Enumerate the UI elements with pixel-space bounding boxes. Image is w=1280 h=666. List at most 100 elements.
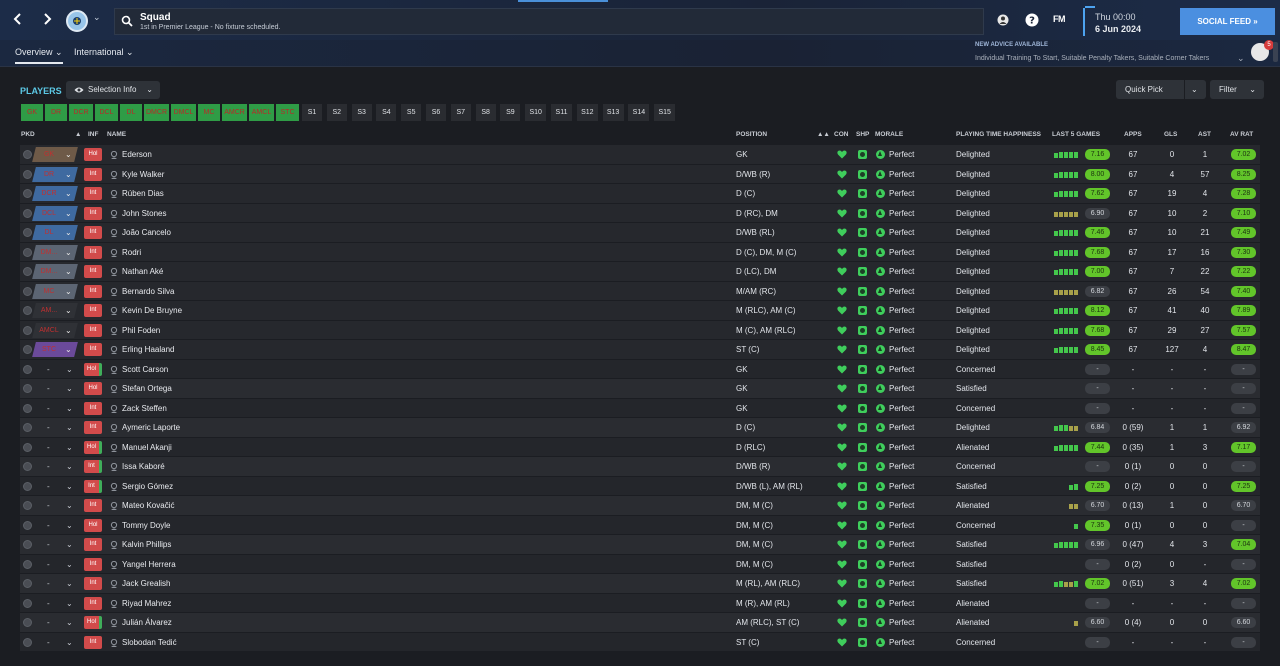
position-button-dr[interactable]: DR [45, 104, 67, 121]
pick-toggle[interactable] [23, 403, 32, 413]
position-button-s1[interactable]: S1 [302, 104, 322, 121]
pick-toggle[interactable] [23, 384, 32, 393]
status-badge[interactable]: Int [84, 635, 102, 649]
player-name[interactable]: Stefan Ortega [122, 379, 172, 398]
pkd-select[interactable]: DR ⌄ [32, 166, 78, 182]
player-name[interactable]: John Stones [122, 204, 166, 223]
position-button-s9[interactable]: S9 [500, 104, 521, 121]
pkd-select[interactable]: AMCL ⌄ [32, 322, 78, 338]
col-position[interactable]: POSITION [736, 131, 767, 138]
position-button-dmcr[interactable]: DMCR [144, 104, 169, 121]
pick-toggle[interactable] [23, 189, 32, 198]
position-button-s3[interactable]: S3 [351, 104, 372, 121]
chevron-down-icon[interactable]: ⌄ [1237, 53, 1245, 64]
advice-scrollbar[interactable] [1273, 42, 1278, 62]
tab-international[interactable]: International ⌄ [74, 47, 134, 58]
pick-toggle[interactable] [23, 618, 32, 627]
player-name[interactable]: Julián Álvarez [122, 613, 172, 632]
col-con[interactable]: CON [834, 131, 848, 138]
player-name[interactable]: Kevin De Bruyne [122, 301, 182, 320]
table-row[interactable]: - ⌄ Int Aymeric Laporte D (C) Perfect Delighte… [20, 418, 1260, 438]
pick-toggle[interactable] [23, 442, 32, 452]
pkd-select[interactable]: MC ⌄ [32, 283, 78, 299]
sort-arrows-icon[interactable]: ▲▲ [817, 131, 830, 138]
status-badge[interactable]: Int [84, 343, 102, 356]
pick-toggle[interactable] [23, 286, 32, 296]
status-badge[interactable]: Int [84, 421, 102, 434]
game-date[interactable]: Thu 00:00 6 Jun 2024 [1083, 6, 1173, 36]
status-badge[interactable]: Int [84, 596, 102, 610]
table-row[interactable]: - ⌄ Int Kalvin Phillips DM, M (C) Perfect Sati… [20, 535, 1260, 555]
status-badge[interactable]: Hol [84, 382, 102, 395]
position-button-s15[interactable]: S15 [654, 104, 676, 121]
pick-toggle[interactable] [23, 481, 32, 491]
sort-arrow-icon[interactable]: ▲ [75, 131, 81, 138]
pick-toggle[interactable] [23, 501, 32, 510]
player-name[interactable]: Scott Carson [122, 360, 168, 379]
table-row[interactable]: - ⌄ Hol Julián Álvarez AM (RLC), ST (C) Perfe… [20, 613, 1260, 633]
table-row[interactable]: - ⌄ Hol Manuel Akanji D (RLC) Perfect Alienate… [20, 437, 1260, 457]
pkd-select[interactable]: DL ⌄ [32, 225, 78, 240]
col-ast[interactable]: AST [1198, 131, 1211, 138]
status-badge[interactable]: Int [84, 479, 102, 493]
player-name[interactable]: Zack Steffen [122, 399, 167, 418]
filter-button[interactable]: Filter ⌄ [1210, 80, 1264, 99]
table-row[interactable]: - ⌄ Hol Tommy Doyle DM, M (C) Perfect Concerne… [20, 515, 1260, 535]
position-button-s7[interactable]: S7 [450, 104, 471, 121]
position-button-s12[interactable]: S12 [576, 104, 598, 121]
table-row[interactable]: - ⌄ Int Sergio Gómez D/WB (L), AM (RL) Perfec… [20, 476, 1260, 496]
table-row[interactable]: GK ⌄ Hol Ederson GK Perfect Delighted 7.16 67 0 1 7… [20, 145, 1260, 165]
player-name[interactable]: Sergio Gómez [122, 477, 173, 496]
player-name[interactable]: Tommy Doyle [122, 516, 170, 535]
player-name[interactable]: João Cancelo [122, 223, 171, 242]
player-name[interactable]: Aymeric Laporte [122, 418, 180, 437]
pkd-select[interactable]: AM... ⌄ [32, 303, 78, 318]
search-box[interactable]: Squad 1st in Premier League - No fixture… [114, 8, 984, 35]
quick-pick-button[interactable]: Quick Pick ⌄ [1116, 80, 1206, 99]
position-button-s14[interactable]: S14 [628, 104, 650, 121]
player-name[interactable]: Kalvin Phillips [122, 535, 171, 554]
table-row[interactable]: AMCL ⌄ Int Phil Foden M (C), AM (RLC) Perfect… [20, 320, 1260, 340]
col-morale[interactable]: MORALE [875, 131, 903, 138]
col-gls[interactable]: GLS [1164, 131, 1177, 138]
pick-toggle[interactable] [23, 150, 32, 159]
status-badge[interactable]: Int [84, 538, 102, 551]
position-button-dcr[interactable]: DCR [69, 104, 93, 121]
table-row[interactable]: - ⌄ Hol Stefan Ortega GK Perfect Satisfied - - - -… [20, 379, 1260, 399]
status-badge[interactable]: Int [84, 304, 102, 317]
pick-toggle[interactable] [23, 247, 32, 257]
status-badge[interactable]: Int [84, 206, 102, 220]
pick-toggle[interactable] [23, 325, 32, 335]
status-badge[interactable]: Int [84, 499, 102, 512]
advice-text[interactable]: Individual Training To Start, Suitable P… [975, 55, 1209, 62]
position-button-dcl[interactable]: DCL [95, 104, 118, 121]
position-button-dmcl[interactable]: DMCL [171, 104, 196, 121]
col-shp[interactable]: SHP [856, 131, 869, 138]
status-badge[interactable]: Int [84, 226, 102, 239]
selection-info-button[interactable]: Selection Info ⌄ [66, 81, 160, 99]
table-row[interactable]: DM... ⌄ Int Rodri D (C), DM, M (C) Perfect Del… [20, 242, 1260, 262]
status-badge[interactable]: Hol [84, 362, 102, 376]
pick-toggle[interactable] [23, 267, 32, 276]
pick-toggle[interactable] [23, 306, 32, 315]
status-badge[interactable]: Int [84, 284, 102, 298]
forward-button[interactable] [35, 8, 59, 34]
table-row[interactable]: AM... ⌄ Int Kevin De Bruyne M (RLC), AM (C) P… [20, 301, 1260, 321]
status-badge[interactable]: Int [84, 557, 102, 571]
position-button-stc[interactable]: STC [276, 104, 299, 121]
player-name[interactable]: Slobodan Tedić [122, 633, 177, 652]
col-av-rat[interactable]: AV RAT [1230, 131, 1253, 138]
player-name[interactable]: Yangel Herrera [122, 555, 176, 574]
table-row[interactable]: - ⌄ Int Issa Kaboré D/WB (R) Perfect Concerned… [20, 457, 1260, 477]
col-last-5[interactable]: LAST 5 GAMES [1052, 131, 1100, 138]
player-name[interactable]: Mateo Kovačić [122, 496, 174, 515]
position-button-gk[interactable]: GK [21, 104, 43, 121]
position-button-s11[interactable]: S11 [551, 104, 572, 121]
status-badge[interactable]: Hol [84, 518, 102, 532]
pkd-select[interactable]: DM... ⌄ [32, 244, 78, 260]
pkd-select[interactable]: DM... ⌄ [32, 264, 78, 279]
table-row[interactable]: DL ⌄ Int João Cancelo D/WB (RL) Perfect Deligh… [20, 223, 1260, 243]
status-badge[interactable]: Hol [84, 616, 102, 629]
tab-overview[interactable]: Overview ⌄ [15, 47, 63, 64]
table-row[interactable]: DM... ⌄ Int Nathan Aké D (LC), DM Perfect Deli… [20, 262, 1260, 282]
